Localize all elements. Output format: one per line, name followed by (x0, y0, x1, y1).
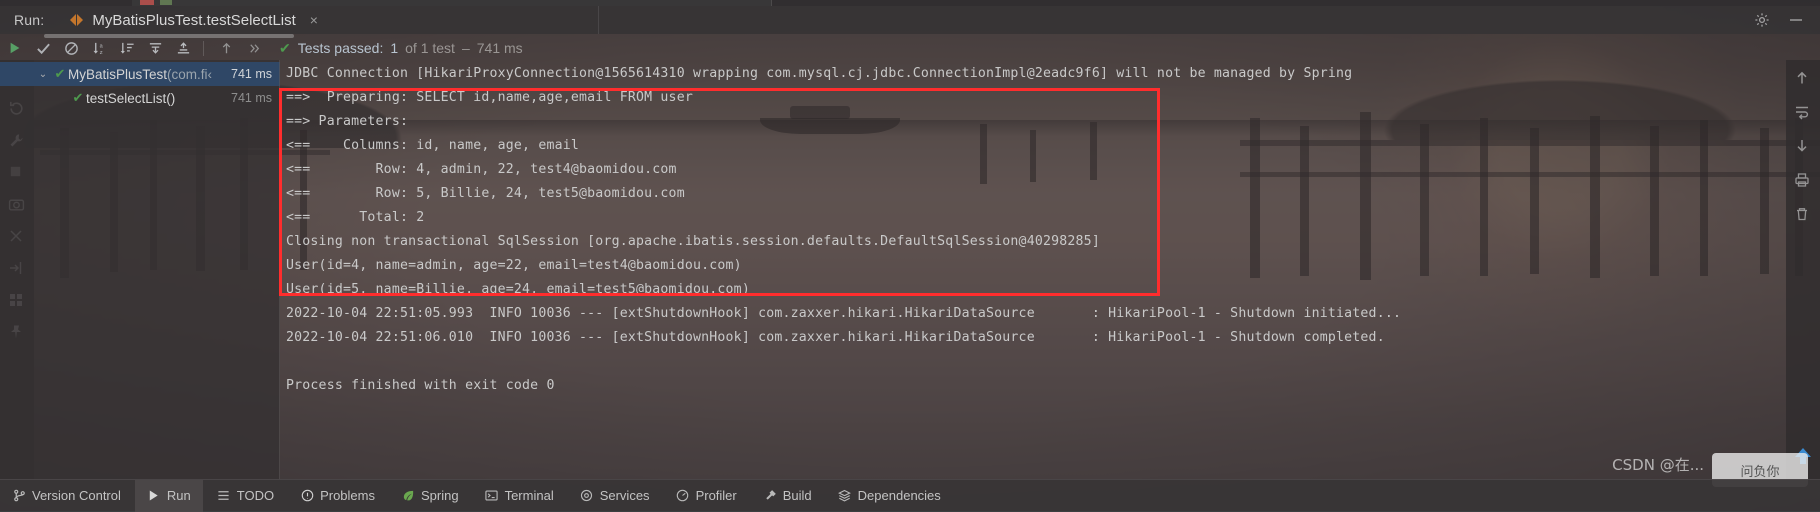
status-tab-label: Version Control (32, 488, 121, 503)
dependencies-tab[interactable]: Dependencies (826, 480, 953, 512)
tree-row-class-label: MyBatisPlusTest (68, 67, 167, 82)
spring-tab[interactable]: Spring (389, 480, 471, 512)
console-actions-bar (1786, 60, 1820, 479)
run-tab-arrows-icon (70, 13, 84, 27)
scroll-to-top-icon[interactable] (1794, 70, 1812, 88)
tests-passed-count: 1 (390, 40, 398, 56)
svg-text:z: z (99, 49, 102, 56)
profiler-icon (676, 489, 690, 503)
console-line: Closing non transactional SqlSession [or… (286, 230, 1786, 254)
leaf-icon (401, 489, 415, 503)
sort-alphabetically-button[interactable]: az (86, 37, 112, 59)
test-runner-toolbar: az ✔ Tests passed: 1 of 1 test – 741 ms (0, 36, 1820, 60)
ide-run-window: Run: MyBatisPlusTest.testSelectList × (0, 0, 1820, 511)
terminal-icon (485, 489, 499, 503)
editor-marker-green (160, 0, 172, 5)
hammer-icon (763, 489, 777, 503)
more-options-button[interactable] (241, 37, 267, 59)
services-tab[interactable]: Services (568, 480, 662, 512)
problems-tab[interactable]: Problems (288, 480, 387, 512)
scroll-to-end-icon[interactable] (1794, 138, 1812, 156)
tree-row-class-duration: 741 ms (231, 67, 272, 81)
terminal-tab[interactable]: Terminal (473, 480, 566, 512)
show-ignored-button[interactable] (58, 37, 84, 59)
run-label: Run: (14, 12, 44, 28)
console-line: JDBC Connection [HikariProxyConnection@1… (286, 62, 1786, 86)
tree-row-method[interactable]: ✔ testSelectList() 741 ms (0, 86, 280, 110)
green-check-icon: ✔ (70, 90, 86, 106)
tree-row-class-package: (com.fi‹ (167, 67, 212, 82)
expand-all-button[interactable] (142, 37, 168, 59)
status-tab-label: TODO (237, 488, 274, 503)
tests-duration: 741 ms (477, 40, 523, 56)
services-icon (580, 489, 594, 503)
clear-all-icon[interactable] (1794, 206, 1812, 224)
run-header-actions (1754, 12, 1820, 28)
editor-marker-red (140, 0, 154, 5)
console-line: <== Row: 5, Billie, 24, test5@baomidou.c… (286, 182, 1786, 206)
console-output[interactable]: JDBC Connection [HikariProxyConnection@1… (280, 60, 1786, 479)
green-check-icon: ✔ (279, 40, 291, 57)
layers-icon (838, 489, 852, 503)
status-tab-label: Profiler (696, 488, 737, 503)
todo-tab[interactable]: TODO (205, 480, 286, 512)
previous-occurrence-button[interactable] (213, 37, 239, 59)
run-tab-title: MyBatisPlusTest.testSelectList (92, 12, 295, 29)
console-line: Process finished with exit code 0 (286, 374, 1786, 398)
console-line: 2022-10-04 22:51:06.010 INFO 10036 --- [… (286, 326, 1786, 350)
status-tab-label: Spring (421, 488, 459, 503)
version-control-tab[interactable]: Version Control (0, 480, 133, 512)
chevron-down-icon[interactable]: ⌄ (34, 69, 52, 80)
tests-total-label: of 1 test (405, 40, 455, 56)
test-tree-panel: ⌄ ✔ MyBatisPlusTest (com.fi‹ 741 ms ✔ te… (0, 60, 280, 479)
header-divider (598, 6, 599, 34)
tree-row-method-duration: 741 ms (231, 91, 272, 105)
sort-by-duration-button[interactable] (114, 37, 140, 59)
console-line: 2022-10-04 22:51:05.993 INFO 10036 --- [… (286, 302, 1786, 326)
run-toolwindow-header: Run: MyBatisPlusTest.testSelectList × (0, 6, 1820, 34)
collapse-all-button[interactable] (170, 37, 196, 59)
build-tab[interactable]: Build (751, 480, 824, 512)
status-dash: – (462, 40, 470, 56)
console-line: <== Total: 2 (286, 206, 1786, 230)
tests-passed-label: Tests passed: (298, 40, 384, 56)
soft-wrap-icon[interactable] (1794, 104, 1812, 122)
console-line (286, 350, 1786, 374)
status-tab-label: Problems (320, 488, 375, 503)
play-icon (147, 489, 161, 503)
tree-row-method-label: testSelectList() (86, 91, 175, 106)
console-line: ==> Preparing: SELECT id,name,age,email … (286, 86, 1786, 110)
status-tab-label: Dependencies (858, 488, 941, 503)
profiler-tab[interactable]: Profiler (664, 480, 749, 512)
bottom-toolwindow-bar: Version Control Run TODO Problems Spring Term… (0, 479, 1820, 511)
run-configuration-tab[interactable]: MyBatisPlusTest.testSelectList × (70, 12, 318, 29)
green-check-icon: ✔ (52, 66, 68, 82)
show-passed-button[interactable] (30, 37, 56, 59)
gear-icon[interactable] (1754, 12, 1770, 28)
console-line: User(id=4, name=admin, age=22, email=tes… (286, 254, 1786, 278)
status-tab-label: Terminal (505, 488, 554, 503)
status-tab-label: Build (783, 488, 812, 503)
test-status-message: ✔ Tests passed: 1 of 1 test – 741 ms (279, 40, 523, 57)
print-icon[interactable] (1794, 172, 1812, 190)
list-icon (217, 489, 231, 503)
console-line: <== Columns: id, name, age, email (286, 134, 1786, 158)
rerun-tests-button[interactable] (2, 37, 28, 59)
hide-panel-icon[interactable] (1788, 12, 1804, 28)
close-icon[interactable]: × (310, 12, 318, 28)
tree-row-class[interactable]: ⌄ ✔ MyBatisPlusTest (com.fi‹ 741 ms (0, 62, 280, 86)
warning-icon (300, 489, 314, 503)
console-line: User(id=5, name=Billie, age=24, email=te… (286, 278, 1786, 302)
run-tab[interactable]: Run (135, 480, 203, 512)
status-tab-label: Services (600, 488, 650, 503)
console-line: <== Row: 4, admin, 22, test4@baomidou.co… (286, 158, 1786, 182)
status-tab-label: Run (167, 488, 191, 503)
branch-icon (12, 489, 26, 503)
console-line: ==> Parameters: (286, 110, 1786, 134)
watermark-text: CSDN @在... (1612, 454, 1704, 475)
toolbar-divider (203, 41, 204, 56)
